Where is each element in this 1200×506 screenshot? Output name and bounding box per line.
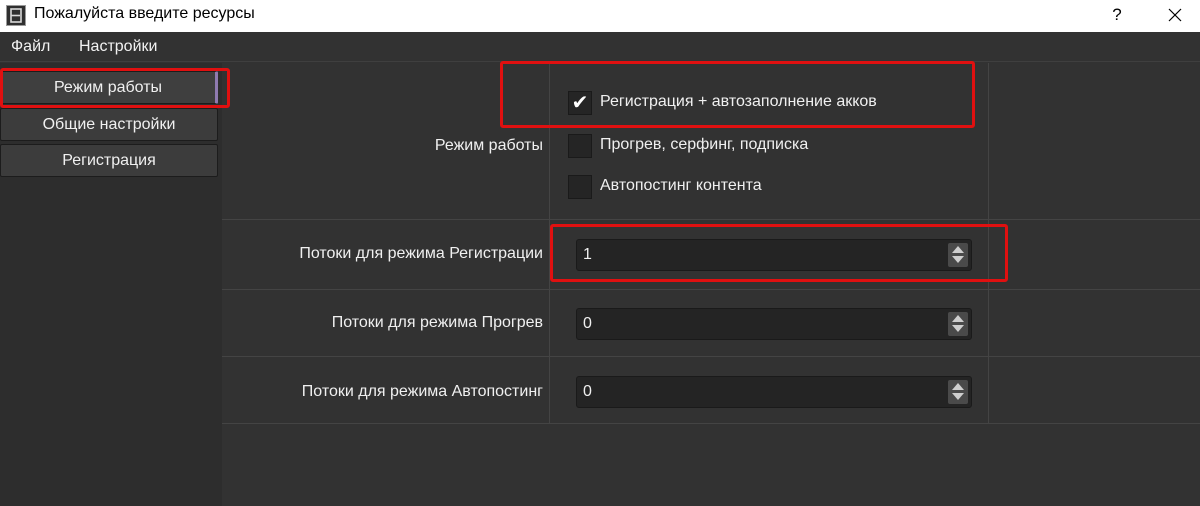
sidebar-item-work-mode[interactable]: Режим работы — [0, 71, 218, 104]
arrow-up-icon[interactable] — [952, 315, 964, 322]
checkbox-label: Регистрация + автозаполнение акков — [600, 93, 877, 110]
threads-registration-label: Потоки для режима Регистрации — [299, 245, 543, 262]
menu-bar: Файл Настройки — [0, 32, 1200, 62]
checkbox[interactable] — [568, 134, 592, 158]
row-divider — [222, 423, 1200, 424]
arrow-down-icon[interactable] — [952, 325, 964, 332]
app-icon — [6, 5, 26, 26]
close-button[interactable] — [1160, 3, 1190, 29]
threads-registration-spinbox[interactable]: 1 — [576, 239, 972, 271]
column-divider — [988, 63, 989, 423]
title-bar: Пожалуйста введите ресурсы ? — [0, 0, 1200, 32]
menu-settings[interactable]: Настройки — [79, 38, 157, 56]
checkbox[interactable] — [568, 175, 592, 199]
sidebar-item-general-settings[interactable]: Общие настройки — [0, 108, 218, 141]
column-divider — [549, 63, 550, 423]
spinbox-arrows[interactable] — [948, 380, 968, 404]
threads-autoposting-spinbox[interactable]: 0 — [576, 376, 972, 408]
row-divider — [222, 356, 1200, 357]
close-icon — [1168, 8, 1182, 22]
sidebar-item-registration[interactable]: Регистрация — [0, 144, 218, 177]
spinbox-arrows[interactable] — [948, 243, 968, 267]
checkbox[interactable]: ✔ — [568, 91, 592, 115]
help-button[interactable]: ? — [1103, 3, 1131, 29]
arrow-up-icon[interactable] — [952, 383, 964, 390]
arrow-down-icon[interactable] — [952, 393, 964, 400]
checkbox-label: Прогрев, серфинг, подписка — [600, 136, 809, 153]
arrow-down-icon[interactable] — [952, 256, 964, 263]
spinbox-value[interactable]: 0 — [583, 383, 592, 401]
spinbox-value[interactable]: 1 — [583, 246, 592, 264]
sidebar: Режим работы Общие настройки Регистрация — [0, 63, 225, 506]
window-title: Пожалуйста введите ресурсы — [34, 5, 255, 22]
row-divider — [222, 219, 1200, 220]
settings-form: Режим работы ✔ Регистрация + автозаполне… — [222, 63, 1200, 506]
mode-label: Режим работы — [434, 137, 543, 154]
row-divider — [222, 289, 1200, 290]
arrow-up-icon[interactable] — [952, 246, 964, 253]
threads-warmup-spinbox[interactable]: 0 — [576, 308, 972, 340]
checkbox-label: Автопостинг контента — [600, 177, 762, 194]
spinbox-arrows[interactable] — [948, 312, 968, 336]
spinbox-value[interactable]: 0 — [583, 315, 592, 333]
threads-warmup-label: Потоки для режима Прогрев — [331, 314, 543, 331]
menu-file[interactable]: Файл — [11, 38, 50, 56]
threads-autoposting-label: Потоки для режима Автопостинг — [301, 383, 543, 400]
